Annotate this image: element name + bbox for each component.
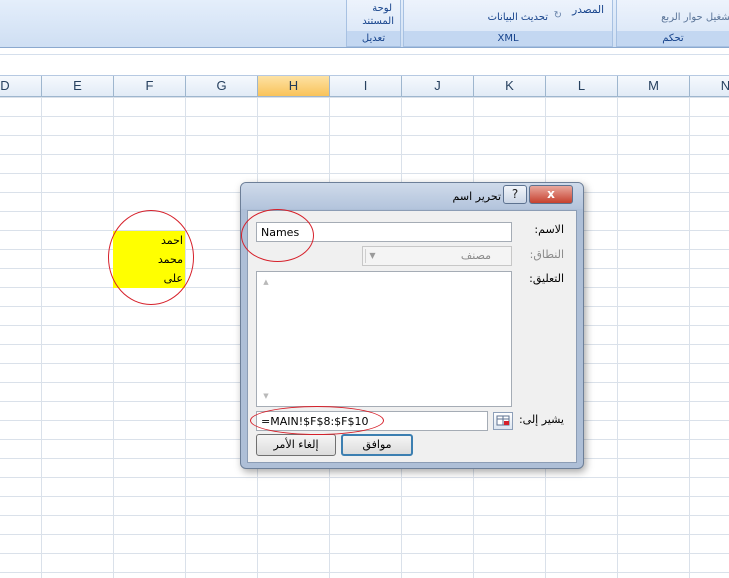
- cancel-button[interactable]: إلغاء الأمر: [256, 434, 336, 456]
- column-header-e[interactable]: E: [42, 76, 114, 97]
- column-header-h[interactable]: H: [258, 76, 330, 97]
- edit-name-dialog: تحرير اسم ? x الاسم: النطاق: مصنف ▼ التع…: [240, 182, 584, 469]
- ribbon-group-label: تعديل: [347, 31, 400, 46]
- column-header-d[interactable]: D: [0, 76, 42, 97]
- scope-value: مصنف: [460, 249, 491, 262]
- dialog-title: تحرير اسم: [452, 190, 501, 203]
- dialog-title-bar[interactable]: تحرير اسم ? x: [241, 183, 583, 209]
- scroll-up-icon[interactable]: ▲: [261, 278, 271, 286]
- close-button[interactable]: x: [529, 185, 573, 204]
- ribbon-group-xml: المصدر تحديث البيانات ↻ XML: [403, 0, 613, 47]
- document-panel-line1[interactable]: لوحة: [372, 3, 392, 14]
- grid-line: [185, 97, 186, 578]
- ribbon-group-controls: تشغيل حوار الربع تحكم: [616, 0, 729, 47]
- column-header-j[interactable]: J: [402, 76, 474, 97]
- excel-window: { "ribbon": { "groups": [ {"label": "تعد…: [0, 0, 729, 578]
- collapse-dialog-button[interactable]: [493, 412, 513, 430]
- grid-line: [617, 97, 618, 578]
- run-dialog-button[interactable]: تشغيل حوار الربع: [661, 12, 729, 23]
- column-header-f[interactable]: F: [114, 76, 186, 97]
- scope-label: النطاق:: [529, 248, 564, 261]
- column-header-m[interactable]: M: [618, 76, 690, 97]
- comment-scrollbar[interactable]: ▲ ▼: [259, 274, 273, 404]
- cell-f10[interactable]: على: [113, 272, 183, 285]
- cell-f8[interactable]: احمد: [113, 234, 183, 247]
- cell-f9[interactable]: محمد: [113, 253, 183, 266]
- ribbon: لوحة المستند تعديل المصدر تحديث البيانات…: [0, 0, 729, 48]
- refresh-data-button[interactable]: تحديث البيانات: [488, 12, 548, 23]
- help-button[interactable]: ?: [503, 185, 527, 204]
- document-panel-line2[interactable]: المستند: [362, 16, 394, 27]
- grid-line: [113, 97, 114, 578]
- column-header-n[interactable]: N: [690, 76, 729, 97]
- column-header-i[interactable]: I: [330, 76, 402, 97]
- column-header-l[interactable]: L: [546, 76, 618, 97]
- name-input[interactable]: [256, 222, 512, 242]
- scope-select[interactable]: مصنف ▼: [362, 246, 512, 266]
- grid-line: [41, 97, 42, 578]
- dialog-body: الاسم: النطاق: مصنف ▼ التعليق: ▲ ▼ يشير …: [247, 210, 577, 463]
- refers-to-label: يشير إلى:: [518, 413, 564, 426]
- comment-textarea[interactable]: ▲ ▼: [256, 271, 512, 407]
- formula-bar[interactable]: [0, 54, 729, 72]
- refresh-icon: ↻: [553, 10, 562, 21]
- column-header-g[interactable]: G: [186, 76, 258, 97]
- range-select-icon: [496, 415, 510, 426]
- ribbon-group-label: XML: [404, 31, 612, 46]
- xml-source-button[interactable]: المصدر: [572, 4, 604, 16]
- ribbon-group-edit: لوحة المستند تعديل: [346, 0, 401, 47]
- grid-line: [689, 97, 690, 578]
- ribbon-group-label: تحكم: [617, 31, 729, 46]
- ok-button[interactable]: موافق: [341, 434, 413, 456]
- scroll-down-icon[interactable]: ▼: [261, 392, 271, 400]
- refers-to-input[interactable]: [256, 411, 488, 431]
- chevron-down-icon[interactable]: ▼: [365, 249, 379, 263]
- name-label: الاسم:: [534, 223, 564, 236]
- comment-label: التعليق:: [529, 272, 564, 285]
- column-header-k[interactable]: K: [474, 76, 546, 97]
